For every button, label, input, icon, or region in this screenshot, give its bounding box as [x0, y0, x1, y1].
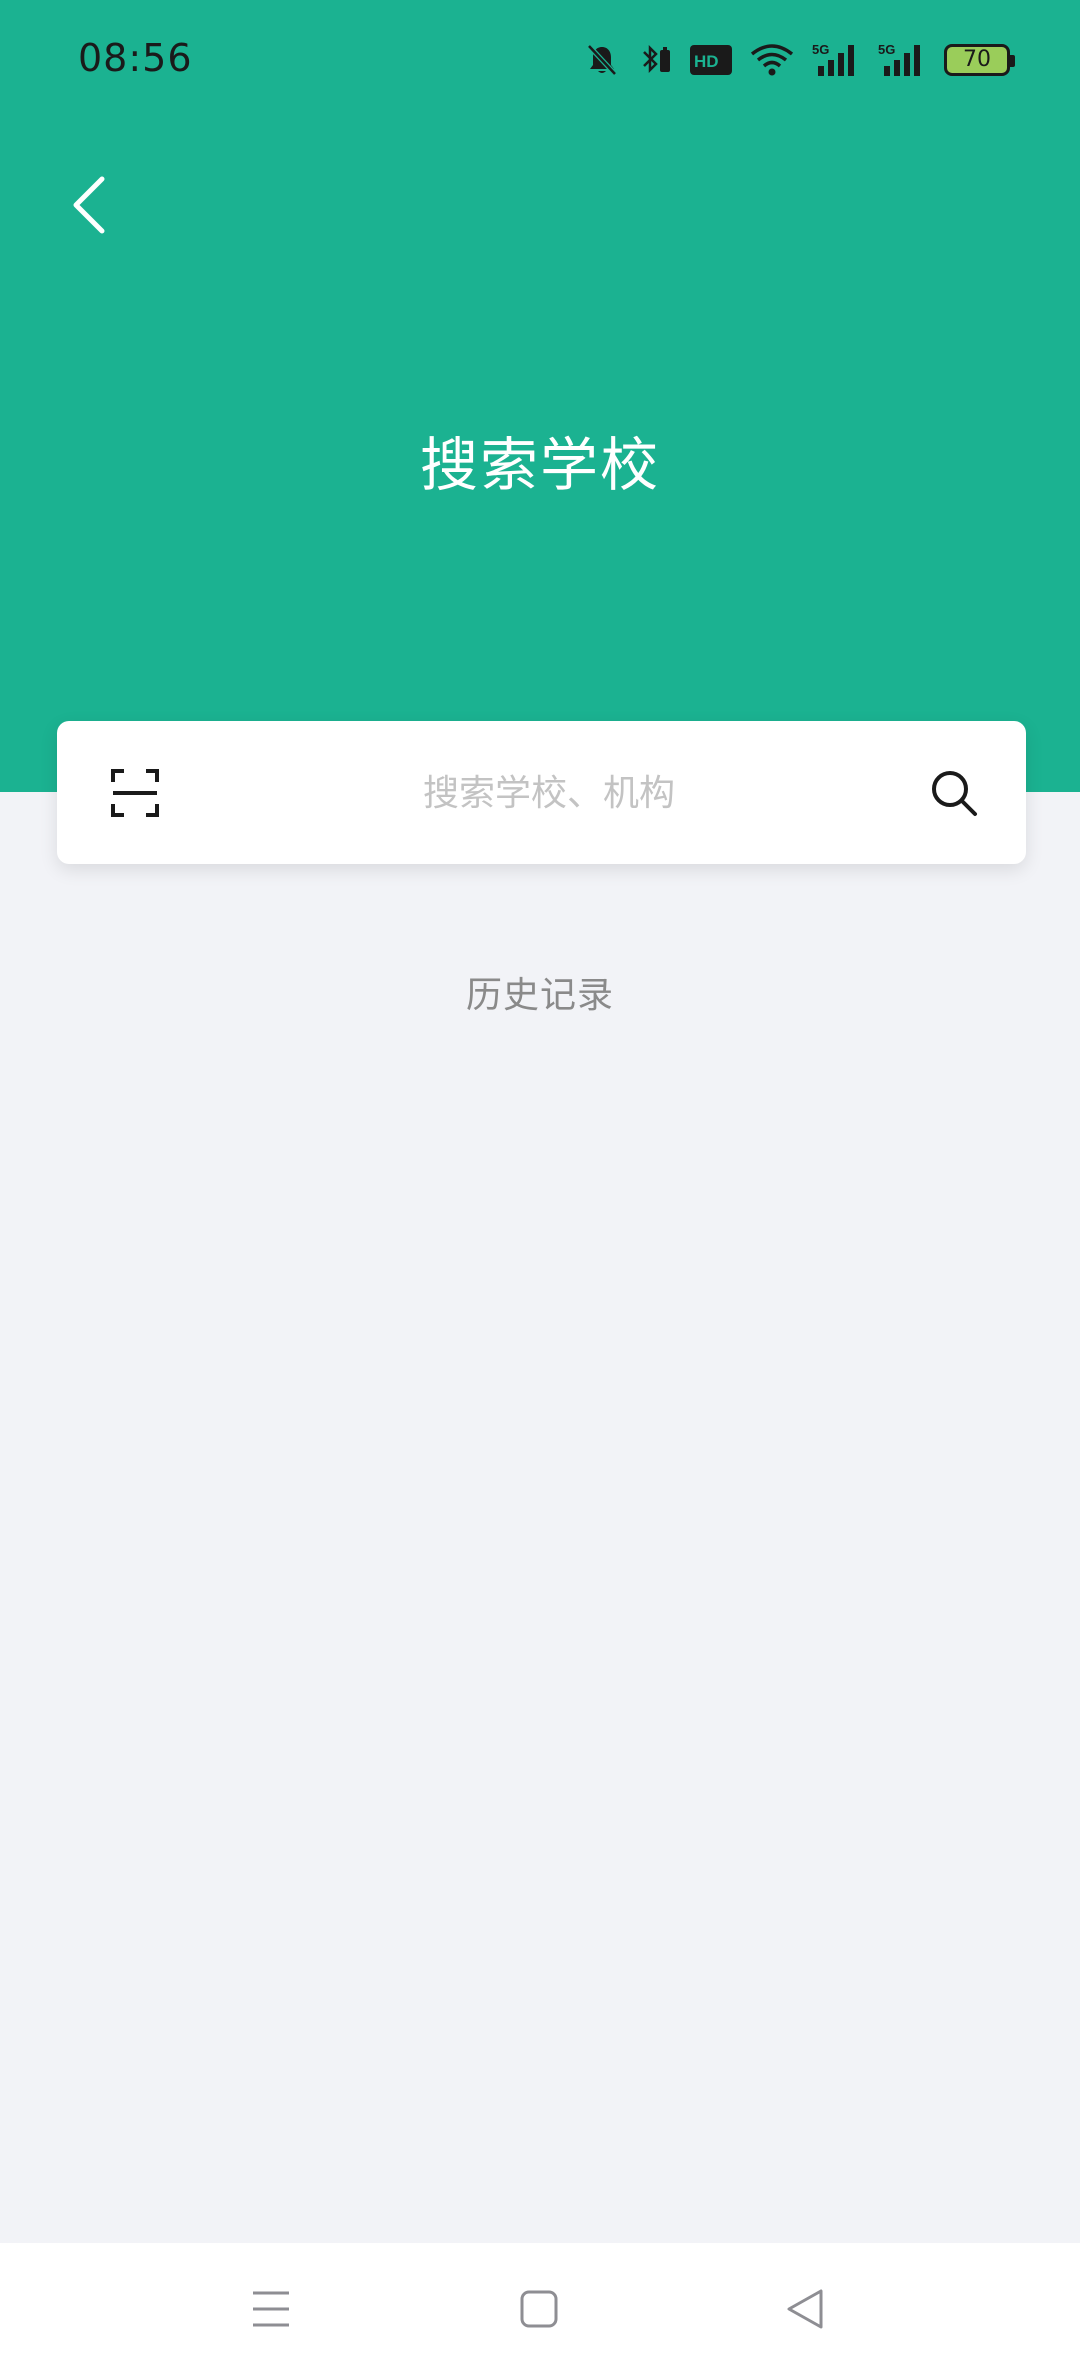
wifi-icon: [750, 42, 794, 78]
chevron-left-icon: [73, 176, 105, 234]
search-button[interactable]: [918, 757, 990, 829]
nav-home-button[interactable]: [494, 2269, 584, 2349]
nav-menu-button[interactable]: [226, 2269, 316, 2349]
battery-icon: 70: [944, 44, 1015, 76]
status-icons: HD 5G 5G 70: [584, 36, 1015, 84]
svg-text:HD: HD: [694, 52, 719, 71]
history-title: 历史记录: [465, 975, 614, 1016]
search-icon: [932, 771, 977, 816]
signal-5g-icon: 5G: [878, 42, 926, 78]
nav-back-button[interactable]: [760, 2269, 850, 2349]
svg-text:5G: 5G: [812, 42, 829, 57]
back-triangle-icon: [787, 2289, 823, 2329]
signal-5g-icon: 5G: [812, 42, 860, 78]
scan-icon: [111, 769, 159, 817]
page-title: 搜索学校: [419, 431, 660, 499]
search-input[interactable]: [217, 751, 881, 835]
hd-icon: HD: [690, 45, 732, 75]
system-nav-bar: [0, 2243, 1080, 2376]
scan-button[interactable]: [99, 757, 171, 829]
search-bar: [57, 721, 1026, 864]
battery-level: 70: [963, 47, 991, 72]
bluetooth-icon: [638, 42, 672, 78]
status-bar: 08:56 HD 5G 5G 70: [0, 0, 1080, 120]
home-icon: [520, 2290, 558, 2328]
menu-icon: [253, 2291, 289, 2327]
svg-text:5G: 5G: [878, 42, 895, 57]
bell-muted-icon: [584, 42, 620, 78]
back-button[interactable]: [50, 160, 130, 250]
header: 08:56 HD 5G 5G 70 搜索学校: [0, 0, 1080, 792]
status-time: 08:56: [78, 36, 193, 80]
